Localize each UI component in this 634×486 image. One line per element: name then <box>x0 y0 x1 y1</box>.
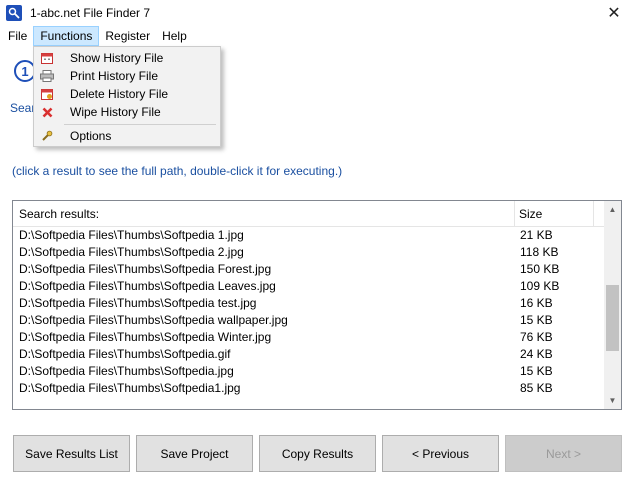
app-icon <box>6 5 22 21</box>
menu-item-delete-history[interactable]: Delete History File <box>34 85 220 103</box>
menu-functions[interactable]: Functions <box>33 26 100 46</box>
next-button: Next > <box>505 435 622 472</box>
result-size: 118 KB <box>520 245 559 259</box>
menu-separator <box>64 124 216 125</box>
save-results-list-button[interactable]: Save Results List <box>13 435 130 472</box>
wrench-icon <box>39 129 55 143</box>
result-size: 109 KB <box>520 279 560 293</box>
menu-help[interactable]: Help <box>156 26 193 46</box>
menu-register[interactable]: Register <box>99 26 156 46</box>
table-row[interactable]: D:\Softpedia Files\Thumbs\Softpedia1.jpg… <box>13 380 605 397</box>
result-path: D:\Softpedia Files\Thumbs\Softpedia.jpg <box>19 364 234 378</box>
table-row[interactable]: D:\Softpedia Files\Thumbs\Softpedia Wint… <box>13 329 605 346</box>
menu-item-print-history[interactable]: Print History File <box>34 67 220 85</box>
results-header: Search results: Size <box>13 201 605 227</box>
result-path: D:\Softpedia Files\Thumbs\Softpedia1.jpg <box>19 381 241 395</box>
menu-item-wipe-history[interactable]: Wipe History File <box>34 103 220 121</box>
result-path: D:\Softpedia Files\Thumbs\Softpedia Wint… <box>19 330 272 344</box>
menu-item-label: Print History File <box>70 69 159 83</box>
table-row[interactable]: D:\Softpedia Files\Thumbs\Softpedia Fore… <box>13 261 605 278</box>
table-row[interactable]: D:\Softpedia Files\Thumbs\Softpedia test… <box>13 295 605 312</box>
search-results-list[interactable]: Search results: Size D:\Softpedia Files\… <box>12 200 622 410</box>
menu-item-label: Options <box>70 129 112 143</box>
menu-item-label: Delete History File <box>70 87 169 101</box>
functions-dropdown-menu: Show History File Print History File Del… <box>33 46 221 147</box>
window-title: 1-abc.net File Finder 7 <box>30 6 151 20</box>
result-size: 15 KB <box>520 364 553 378</box>
close-button[interactable]: ✕ <box>594 0 634 26</box>
table-row[interactable]: D:\Softpedia Files\Thumbs\Softpedia Leav… <box>13 278 605 295</box>
calendar-delete-icon <box>39 87 55 101</box>
hint-text: (click a result to see the full path, do… <box>12 164 343 178</box>
column-header-size[interactable]: Size <box>519 207 542 221</box>
results-rows: D:\Softpedia Files\Thumbs\Softpedia 1.jp… <box>13 227 605 397</box>
scroll-down-arrow-icon[interactable]: ▼ <box>604 392 621 409</box>
vertical-scrollbar[interactable]: ▲ ▼ <box>604 201 621 409</box>
result-path: D:\Softpedia Files\Thumbs\Softpedia 1.jp… <box>19 228 244 242</box>
result-path: D:\Softpedia Files\Thumbs\Softpedia Fore… <box>19 262 272 276</box>
column-header-results[interactable]: Search results: <box>19 207 99 221</box>
menu-item-options[interactable]: Options <box>34 127 220 145</box>
result-path: D:\Softpedia Files\Thumbs\Softpedia.gif <box>19 347 231 361</box>
table-row[interactable]: D:\Softpedia Files\Thumbs\Softpedia 1.jp… <box>13 227 605 244</box>
menu-item-show-history[interactable]: Show History File <box>34 49 220 67</box>
menu-item-label: Wipe History File <box>70 105 161 119</box>
previous-button[interactable]: < Previous <box>382 435 499 472</box>
result-size: 16 KB <box>520 296 553 310</box>
table-row[interactable]: D:\Softpedia Files\Thumbs\Softpedia.jpg 1… <box>13 363 605 380</box>
result-size: 85 KB <box>520 381 553 395</box>
result-size: 24 KB <box>520 347 553 361</box>
title-bar: 1-abc.net File Finder 7 ✕ <box>0 0 634 26</box>
printer-icon <box>39 69 55 83</box>
red-x-icon <box>39 105 55 119</box>
result-size: 150 KB <box>520 262 560 276</box>
table-row[interactable]: D:\Softpedia Files\Thumbs\Softpedia.gif 2… <box>13 346 605 363</box>
scroll-up-arrow-icon[interactable]: ▲ <box>604 201 621 218</box>
result-path: D:\Softpedia Files\Thumbs\Softpedia Leav… <box>19 279 276 293</box>
calendar-icon <box>39 51 55 65</box>
result-path: D:\Softpedia Files\Thumbs\Softpedia test… <box>19 296 257 310</box>
copy-results-button[interactable]: Copy Results <box>259 435 376 472</box>
menu-file[interactable]: File <box>2 26 33 46</box>
result-path: D:\Softpedia Files\Thumbs\Softpedia 2.jp… <box>19 245 244 259</box>
result-size: 15 KB <box>520 313 553 327</box>
table-row[interactable]: D:\Softpedia Files\Thumbs\Softpedia wall… <box>13 312 605 329</box>
scrollbar-thumb[interactable] <box>606 285 619 351</box>
table-row[interactable]: D:\Softpedia Files\Thumbs\Softpedia 2.jp… <box>13 244 605 261</box>
save-project-button[interactable]: Save Project <box>136 435 253 472</box>
search-label: Sear <box>10 101 36 115</box>
column-divider[interactable] <box>514 201 515 227</box>
column-divider[interactable] <box>593 201 594 227</box>
menu-bar: File Functions Register Help <box>0 26 634 46</box>
menu-item-label: Show History File <box>70 51 164 65</box>
result-path: D:\Softpedia Files\Thumbs\Softpedia wall… <box>19 313 288 327</box>
result-size: 76 KB <box>520 330 553 344</box>
result-size: 21 KB <box>520 228 553 242</box>
